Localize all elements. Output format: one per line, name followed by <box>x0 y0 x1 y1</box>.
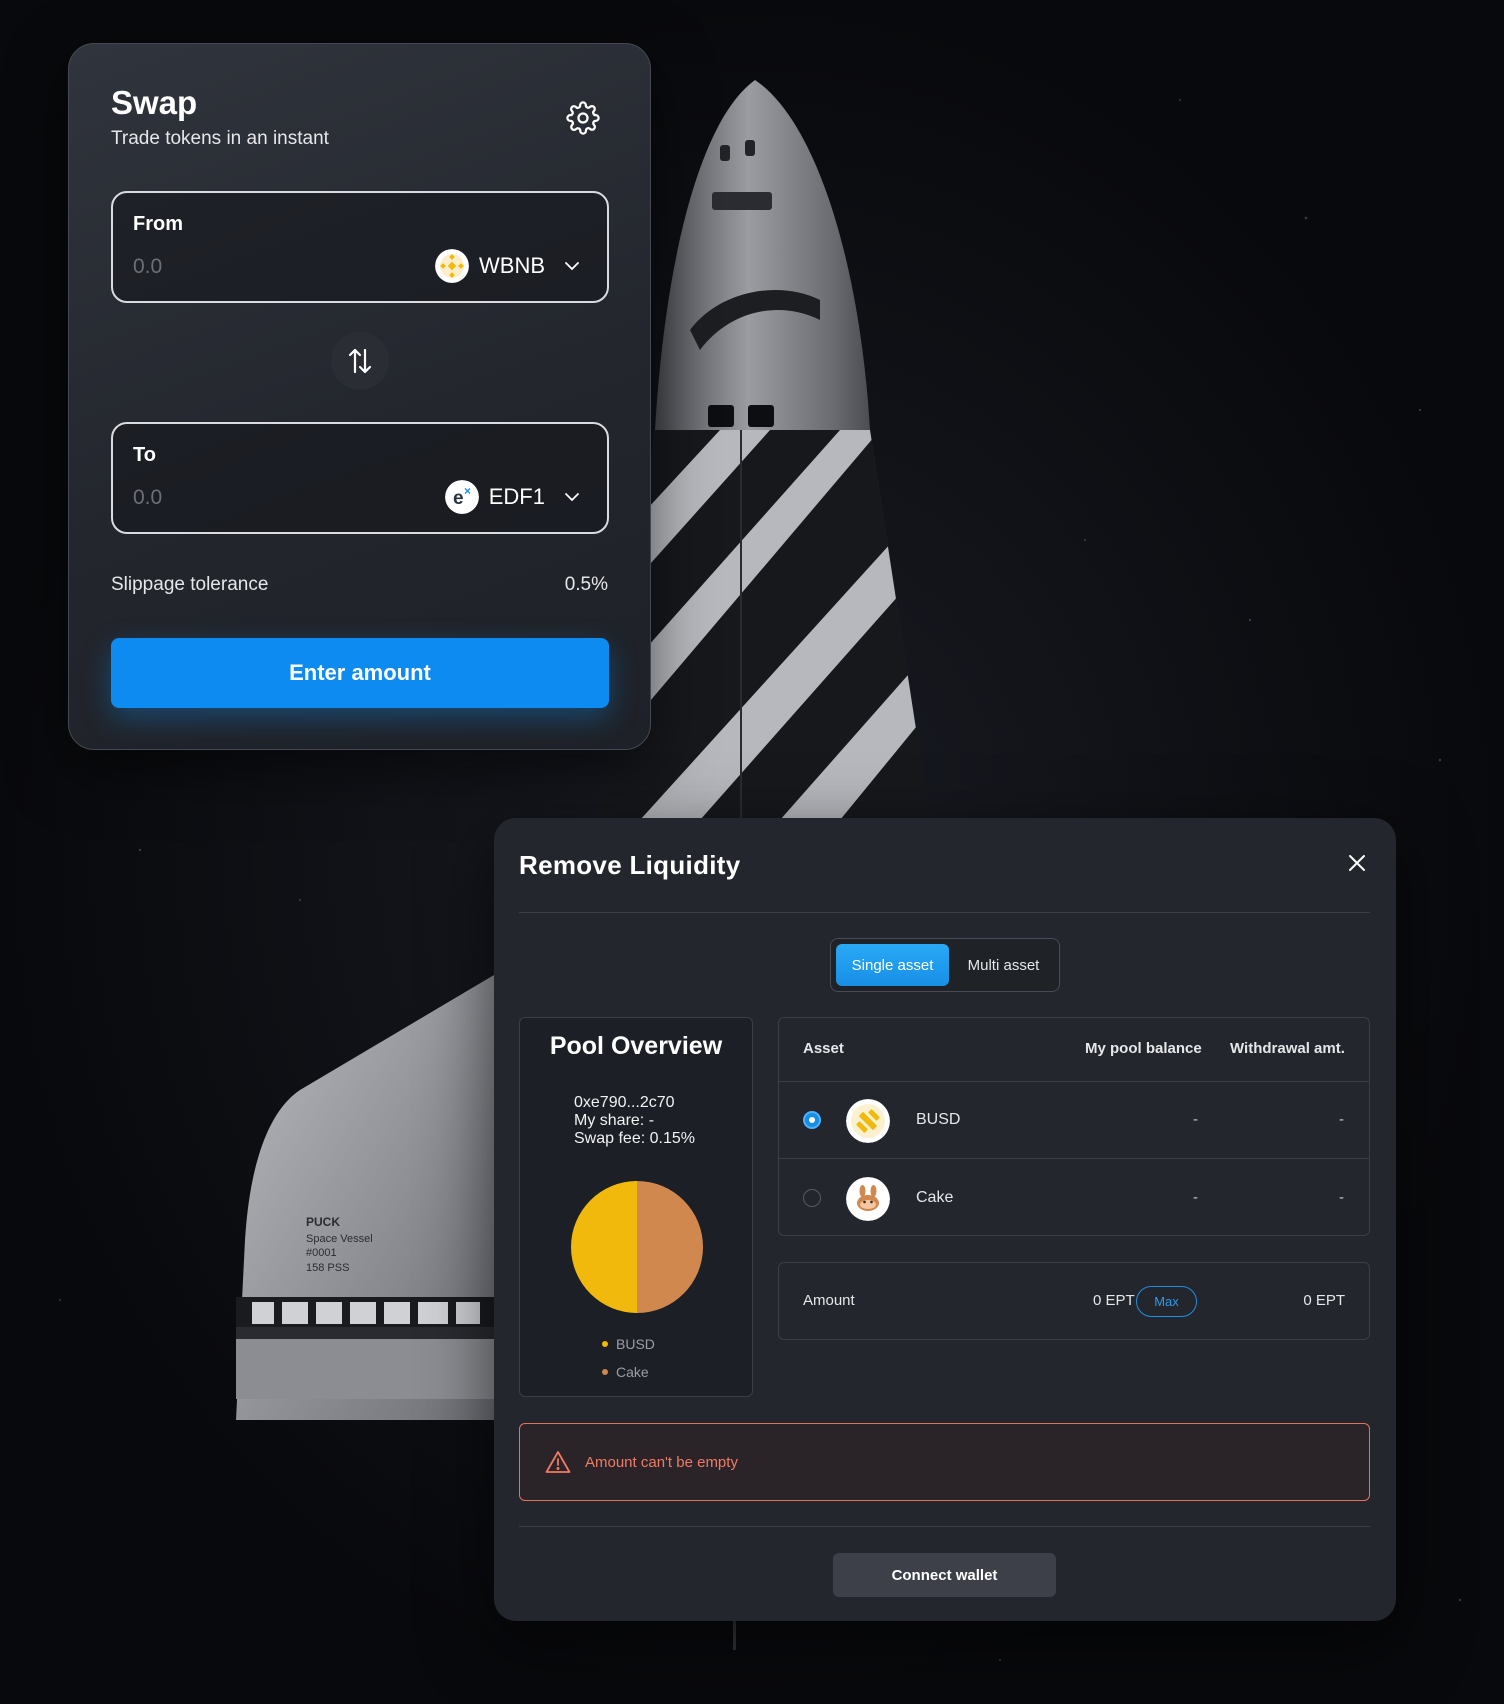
busd-token-icon <box>846 1099 890 1143</box>
pie-slice-cake <box>637 1181 703 1313</box>
from-amount-input[interactable]: 0.0 <box>133 255 162 279</box>
swap-direction-button[interactable] <box>331 332 389 390</box>
shuttle-number-marking: #0001 <box>306 1247 337 1259</box>
footer-divider <box>519 1526 1370 1527</box>
header-withdrawal-amount: Withdrawal amt. <box>1230 1040 1345 1057</box>
single-asset-tab[interactable]: Single asset <box>836 944 949 986</box>
legend-label-busd: BUSD <box>616 1336 655 1352</box>
shuttle-name-marking: PUCK <box>306 1215 340 1229</box>
to-token-symbol: EDF1 <box>488 484 545 509</box>
swap-subtitle: Trade tokens in an instant <box>111 128 329 149</box>
asset-mode-toggle: Single asset Multi asset <box>830 938 1060 992</box>
from-token-selector[interactable]: WBNB <box>435 249 581 283</box>
error-text: Amount can't be empty <box>585 1454 738 1471</box>
pool-balance-cell: - <box>1193 1111 1198 1128</box>
legend-item-busd: BUSD <box>602 1336 655 1352</box>
chevron-down-icon <box>565 493 579 502</box>
table-row-busd[interactable]: BUSD - - <box>779 1082 1369 1159</box>
enter-amount-button[interactable]: Enter amount <box>111 638 609 708</box>
wbnb-token-icon <box>435 249 469 283</box>
legend-dot-cake <box>602 1369 608 1375</box>
close-icon[interactable] <box>1346 852 1368 874</box>
slippage-label: Slippage tolerance <box>111 574 269 595</box>
pool-address: 0xe790...2c70 <box>574 1094 675 1111</box>
to-token-selector[interactable]: e × EDF1 <box>444 480 581 514</box>
pool-overview-card: Pool Overview 0xe790...2c70 My share: - … <box>519 1017 753 1397</box>
header-asset: Asset <box>803 1040 844 1057</box>
chevron-down-icon <box>565 262 579 271</box>
to-label: To <box>133 444 156 466</box>
header-pool-balance: My pool balance <box>1085 1040 1202 1057</box>
from-label: From <box>133 213 183 235</box>
swap-card: Swap Trade tokens in an instant From 0.0… <box>68 43 651 750</box>
amount-row: Amount 0 EPT Max 0 EPT <box>778 1262 1370 1340</box>
shuttle-class-marking: 158 PSS <box>306 1262 349 1274</box>
svg-text:e: e <box>453 488 464 509</box>
error-message-box: Amount can't be empty <box>519 1423 1370 1501</box>
slippage-value[interactable]: 0.5% <box>565 574 608 596</box>
multi-asset-tab[interactable]: Multi asset <box>951 944 1056 986</box>
cake-token-icon <box>846 1177 890 1221</box>
withdrawal-cell: - <box>1339 1189 1344 1206</box>
table-header: Asset My pool balance Withdrawal amt. <box>779 1018 1369 1082</box>
asset-name: Cake <box>916 1189 954 1206</box>
legend-label-cake: Cake <box>616 1364 649 1380</box>
legend-item-cake: Cake <box>602 1364 649 1380</box>
busd-radio[interactable] <box>803 1111 821 1129</box>
remove-liquidity-modal: Remove Liquidity Single asset Multi asse… <box>494 818 1396 1621</box>
table-row-cake[interactable]: Cake - - <box>779 1160 1369 1235</box>
modal-title: Remove Liquidity <box>519 850 741 880</box>
svg-text:×: × <box>464 484 471 498</box>
from-token-symbol: WBNB <box>479 253 545 278</box>
from-token-field: From 0.0 WBNB <box>111 191 609 303</box>
withdrawal-amount: 0 EPT <box>1303 1292 1345 1309</box>
amount-input[interactable]: 0 EPT <box>1093 1292 1135 1309</box>
pool-balance-cell: - <box>1193 1189 1198 1206</box>
swap-arrows-icon <box>348 348 372 374</box>
withdrawal-cell: - <box>1339 1111 1344 1128</box>
pool-overview-title: Pool Overview <box>549 1032 723 1060</box>
pool-share: My share: - <box>574 1112 655 1129</box>
asset-name: BUSD <box>916 1111 961 1128</box>
edf1-token-icon: e × <box>444 480 479 514</box>
amount-label: Amount <box>803 1292 855 1309</box>
pool-info: 0xe790...2c70 My share: - Swap fee: 0.15… <box>574 1094 695 1148</box>
header-divider <box>519 912 1370 913</box>
connect-wallet-button[interactable]: Connect wallet <box>833 1553 1056 1597</box>
shuttle-vessel-marking: Space Vessel <box>306 1233 373 1245</box>
to-amount-input[interactable]: 0.0 <box>133 486 162 510</box>
pool-swap-fee: Swap fee: 0.15% <box>574 1130 695 1147</box>
warning-icon <box>545 1451 571 1473</box>
legend-dot-busd <box>602 1341 608 1347</box>
swap-title: Swap <box>111 84 198 121</box>
max-button[interactable]: Max <box>1136 1286 1197 1317</box>
to-token-field: To 0.0 e × EDF1 <box>111 422 609 534</box>
gear-icon[interactable] <box>566 101 600 135</box>
pie-slice-busd <box>571 1181 637 1313</box>
cake-radio[interactable] <box>803 1189 821 1207</box>
pool-composition-pie <box>571 1181 703 1313</box>
asset-table: Asset My pool balance Withdrawal amt. BU… <box>778 1017 1370 1236</box>
